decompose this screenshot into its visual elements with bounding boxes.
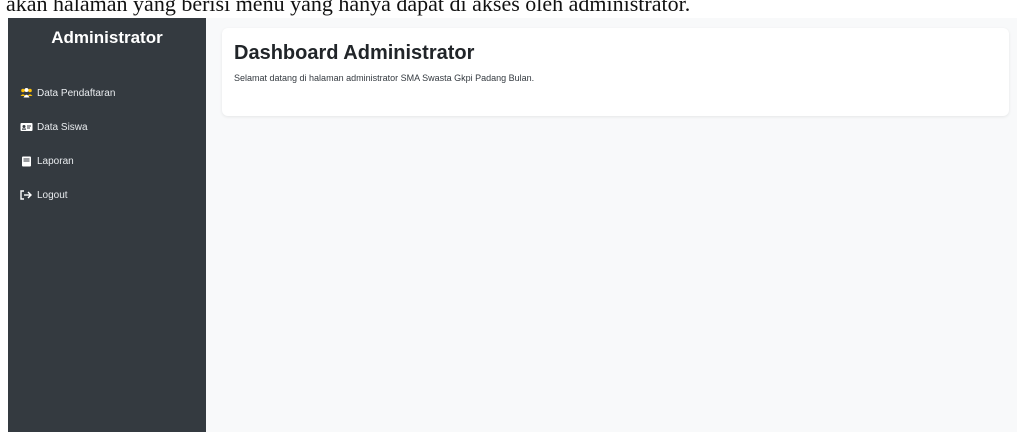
sidebar-item-laporan[interactable]: Laporan (8, 144, 206, 178)
main-content: Dashboard Administrator Selamat datang d… (206, 18, 1017, 432)
book-icon (19, 156, 33, 167)
logout-icon (19, 190, 33, 201)
sidebar-item-data-siswa[interactable]: Data Siswa (8, 110, 206, 144)
welcome-message: Selamat datang di halaman administrator … (234, 73, 535, 83)
dashboard-card: Dashboard Administrator Selamat datang d… (222, 28, 1009, 116)
sidebar-item-logout[interactable]: Logout (8, 178, 206, 212)
sidebar-title: Administrator (51, 28, 163, 47)
sidebar: Administrator Data Pendaftaran Data Sisw… (8, 18, 206, 432)
caption-strip: akan halaman yang berisi menu yang hanya… (0, 0, 1017, 18)
sidebar-item-label: Laporan (37, 155, 74, 167)
sidebar-item-label: Logout (37, 189, 68, 201)
users-icon (19, 88, 33, 99)
caption-text: akan halaman yang berisi menu yang hanya… (6, 0, 691, 16)
admin-app: Administrator Data Pendaftaran Data Sisw… (8, 18, 1017, 432)
page-title: Dashboard Administrator (234, 42, 475, 64)
id-card-icon (19, 122, 33, 133)
sidebar-item-label: Data Siswa (37, 121, 88, 133)
sidebar-nav: Data Pendaftaran Data Siswa Laporan Logo… (8, 76, 206, 212)
sidebar-item-data-pendaftaran[interactable]: Data Pendaftaran (8, 76, 206, 110)
sidebar-item-label: Data Pendaftaran (37, 87, 116, 99)
